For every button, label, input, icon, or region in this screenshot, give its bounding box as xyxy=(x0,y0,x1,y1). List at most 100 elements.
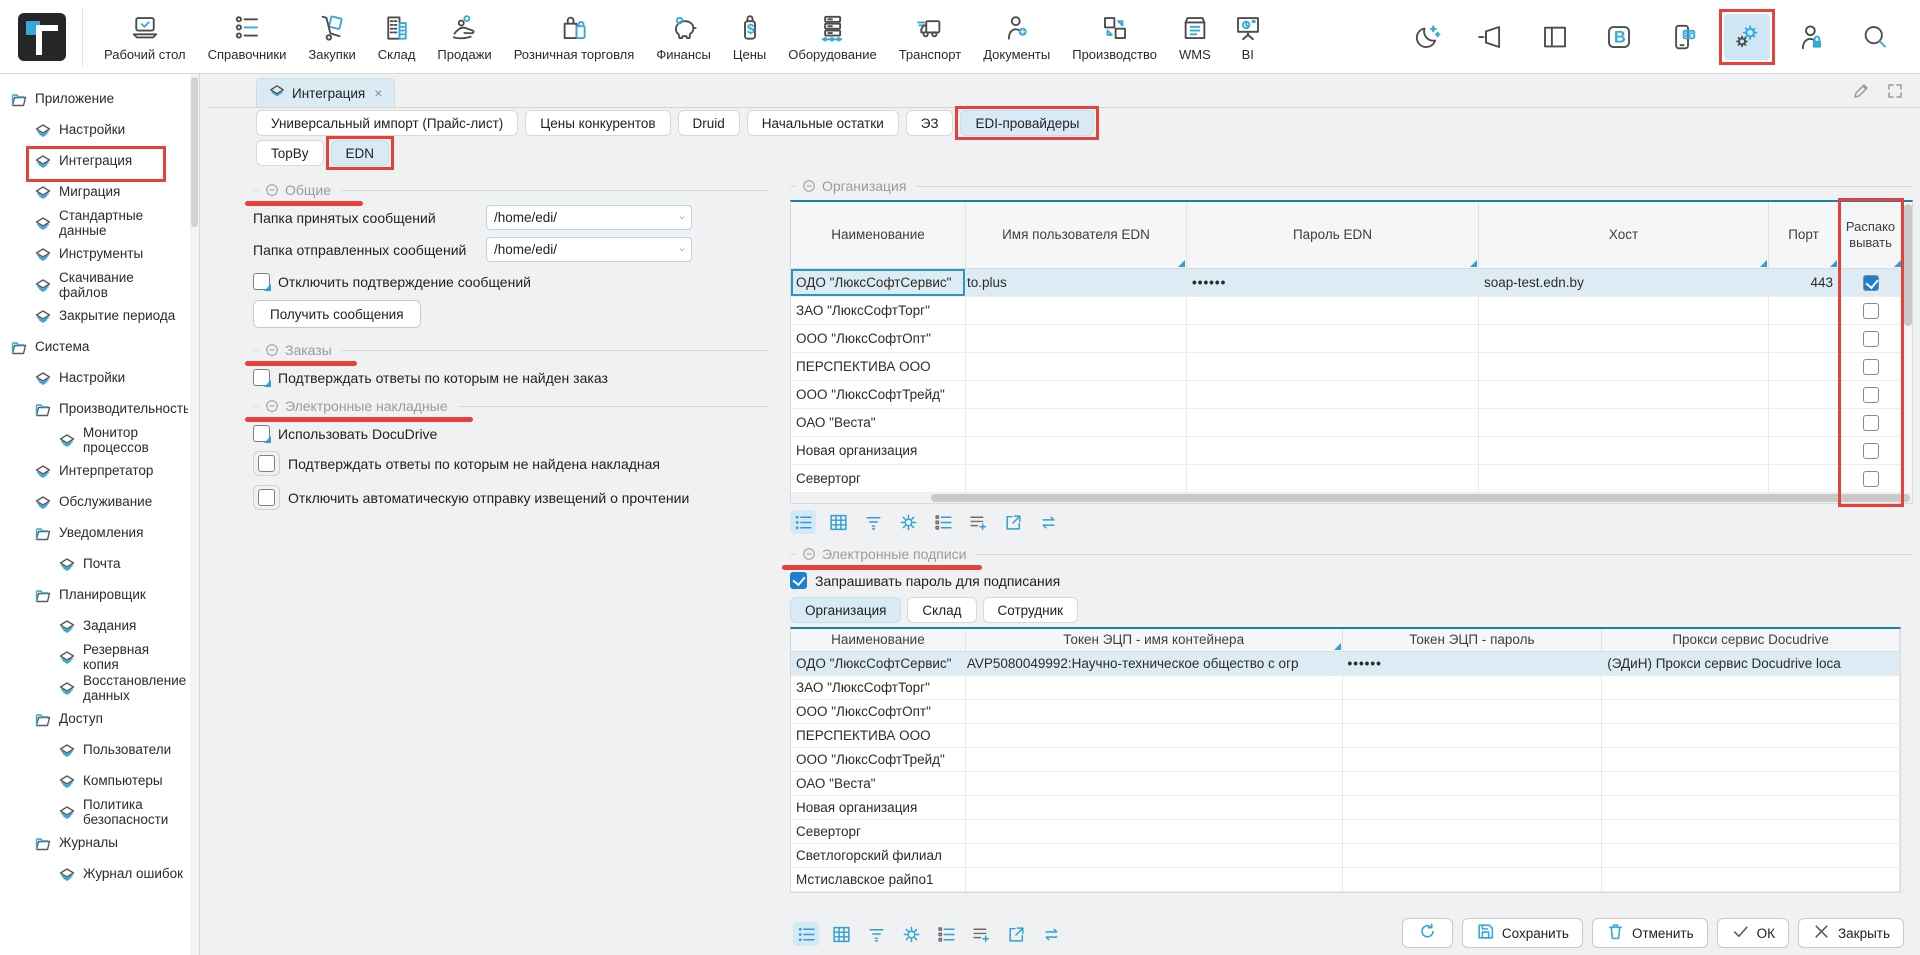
tree-settings-system[interactable]: Настройки xyxy=(0,363,188,394)
table-cell[interactable]: •••••• xyxy=(1187,269,1479,296)
table-cell[interactable]: ЗАО "ЛюксСофтТорг" xyxy=(791,676,966,699)
table-cell[interactable]: to.plus xyxy=(966,269,1187,296)
column-header[interactable]: Пароль EDN xyxy=(1187,202,1479,268)
table-cell[interactable] xyxy=(966,409,1187,436)
table-row[interactable]: Светлогорский филиал xyxy=(791,844,1900,868)
table-cell[interactable] xyxy=(1769,381,1839,408)
menu-warehouse[interactable]: Склад xyxy=(367,0,427,73)
table-cell[interactable] xyxy=(1187,381,1479,408)
section-general[interactable]: Общие xyxy=(253,180,768,200)
filter-triangle-icon[interactable] xyxy=(1470,260,1477,267)
table-cell[interactable] xyxy=(1479,353,1769,380)
section-waybills[interactable]: Электронные накладные xyxy=(253,396,768,416)
collapse-icon[interactable] xyxy=(265,183,279,197)
table-cell[interactable] xyxy=(1602,748,1900,771)
close-tab-icon[interactable]: × xyxy=(374,85,382,101)
table-cell[interactable] xyxy=(1839,269,1903,296)
table-cell[interactable] xyxy=(1343,868,1603,891)
menu-prices[interactable]: $Цены xyxy=(722,0,777,73)
table-cell[interactable] xyxy=(1343,844,1603,867)
cancel-button[interactable]: Отменить xyxy=(1592,918,1708,948)
table-cell[interactable] xyxy=(1187,465,1479,492)
tree-performance[interactable]: Производительность xyxy=(0,394,188,425)
filter-triangle-icon[interactable] xyxy=(1334,643,1341,650)
bold-b-icon[interactable]: B xyxy=(1596,14,1642,60)
tree-restore[interactable]: Восстановление данных xyxy=(0,673,188,704)
table-cell[interactable] xyxy=(966,796,1343,819)
user-lock-icon[interactable] xyxy=(1788,14,1834,60)
table-cell[interactable]: Светлогорский филиал xyxy=(791,844,966,867)
table-cell[interactable]: ООО "ЛюксСофтТрейд" xyxy=(791,748,966,771)
tree-backup[interactable]: Резервная копия xyxy=(0,642,188,673)
table-cell[interactable]: ООО "ЛюксСофтОпт" xyxy=(791,325,966,352)
table-cell[interactable] xyxy=(1602,676,1900,699)
row-checkbox[interactable] xyxy=(1863,275,1879,291)
table-cell[interactable] xyxy=(1343,724,1603,747)
filter-triangle-icon[interactable] xyxy=(1178,260,1185,267)
menu-transport[interactable]: Транспорт xyxy=(888,0,973,73)
table-settings-icon[interactable] xyxy=(895,510,921,534)
checkbox-box[interactable] xyxy=(258,455,275,472)
collapse-icon[interactable] xyxy=(802,179,816,193)
table-cell[interactable] xyxy=(1187,297,1479,324)
menu-retail[interactable]: Розничная торговля xyxy=(503,0,646,73)
table-cell[interactable] xyxy=(1839,381,1903,408)
collapse-icon[interactable] xyxy=(265,343,279,357)
table-cell[interactable]: ОДО "ЛюксСофтСервис" xyxy=(791,269,966,296)
tree-migration[interactable]: Миграция xyxy=(0,177,188,208)
add-list-icon[interactable] xyxy=(965,510,991,534)
table-cell[interactable] xyxy=(966,820,1343,843)
table-cell[interactable] xyxy=(1769,297,1839,324)
table-cell[interactable]: ПЕРСПЕКТИВА ООО xyxy=(791,353,966,380)
table-cell[interactable] xyxy=(1343,820,1603,843)
section-organization[interactable]: Организация xyxy=(790,176,1912,196)
table-cell[interactable] xyxy=(1769,465,1839,492)
tab-edi-providers[interactable]: EDI-провайдеры xyxy=(960,110,1094,136)
table-cell[interactable] xyxy=(966,724,1343,747)
tree-integration[interactable]: Интеграция xyxy=(0,146,188,177)
tab-competitor-prices[interactable]: Цены конкурентов xyxy=(525,110,670,136)
table-row[interactable]: ПЕРСПЕКТИВА ООО xyxy=(791,353,1912,381)
save-button[interactable]: Сохранить xyxy=(1462,918,1583,948)
expand-icon[interactable] xyxy=(1886,82,1906,102)
menu-desktop[interactable]: Рабочий стол xyxy=(93,0,197,73)
menu-equipment[interactable]: Оборудование xyxy=(777,0,887,73)
filter-triangle-icon[interactable] xyxy=(1894,260,1901,267)
column-header[interactable]: Прокси сервис Docudrive xyxy=(1602,629,1900,651)
tab-topby[interactable]: TopBy xyxy=(256,140,324,166)
table-row[interactable]: ОАО "Веста" xyxy=(791,772,1900,796)
table-row[interactable]: ЗАО "ЛюксСофтТорг" xyxy=(791,676,1900,700)
table-row[interactable]: Новая организация xyxy=(791,437,1912,465)
table-cell[interactable] xyxy=(1479,325,1769,352)
table-cell[interactable] xyxy=(1602,796,1900,819)
tree-tools[interactable]: Инструменты xyxy=(0,239,188,270)
row-checkbox[interactable] xyxy=(1863,471,1879,487)
close-button[interactable]: Закрыть xyxy=(1798,918,1904,948)
checkbox-box[interactable] xyxy=(790,572,807,589)
menu-finance[interactable]: Финансы xyxy=(645,0,722,73)
sidebar-scrollbar[interactable] xyxy=(190,74,199,955)
tree-scheduler[interactable]: Планировщик xyxy=(0,580,188,611)
menu-wms[interactable]: WMS xyxy=(1168,0,1222,73)
table-cell[interactable] xyxy=(966,868,1343,891)
feedback-icon[interactable] xyxy=(1660,14,1706,60)
table-row[interactable]: Мстиславское райпо1 xyxy=(791,868,1900,892)
refresh-cycle-icon[interactable] xyxy=(1038,922,1064,946)
list-view-icon[interactable] xyxy=(790,510,816,534)
table-cell[interactable]: ООО "ЛюксСофтОпт" xyxy=(791,700,966,723)
table-cell[interactable]: soap-test.edn.by xyxy=(1479,269,1769,296)
table-cell[interactable]: ООО "ЛюксСофтТрейд" xyxy=(791,381,966,408)
table-cell[interactable]: ЗАО "ЛюксСофтТорг" xyxy=(791,297,966,324)
row-checkbox[interactable] xyxy=(1863,387,1879,403)
column-header[interactable]: Имя пользователя EDN xyxy=(966,202,1187,268)
tree-mail[interactable]: Почта xyxy=(0,549,188,580)
table-cell[interactable]: ОАО "Веста" xyxy=(791,772,966,795)
column-header[interactable]: Распаковывать xyxy=(1839,202,1903,268)
table-cell[interactable] xyxy=(966,465,1187,492)
table-cell[interactable] xyxy=(1602,868,1900,891)
tree-notifications[interactable]: Уведомления xyxy=(0,518,188,549)
table-cell[interactable] xyxy=(1602,772,1900,795)
announcement-icon[interactable] xyxy=(1468,14,1514,60)
filter-icon[interactable] xyxy=(860,510,886,534)
menu-bi[interactable]: BI xyxy=(1222,0,1274,73)
